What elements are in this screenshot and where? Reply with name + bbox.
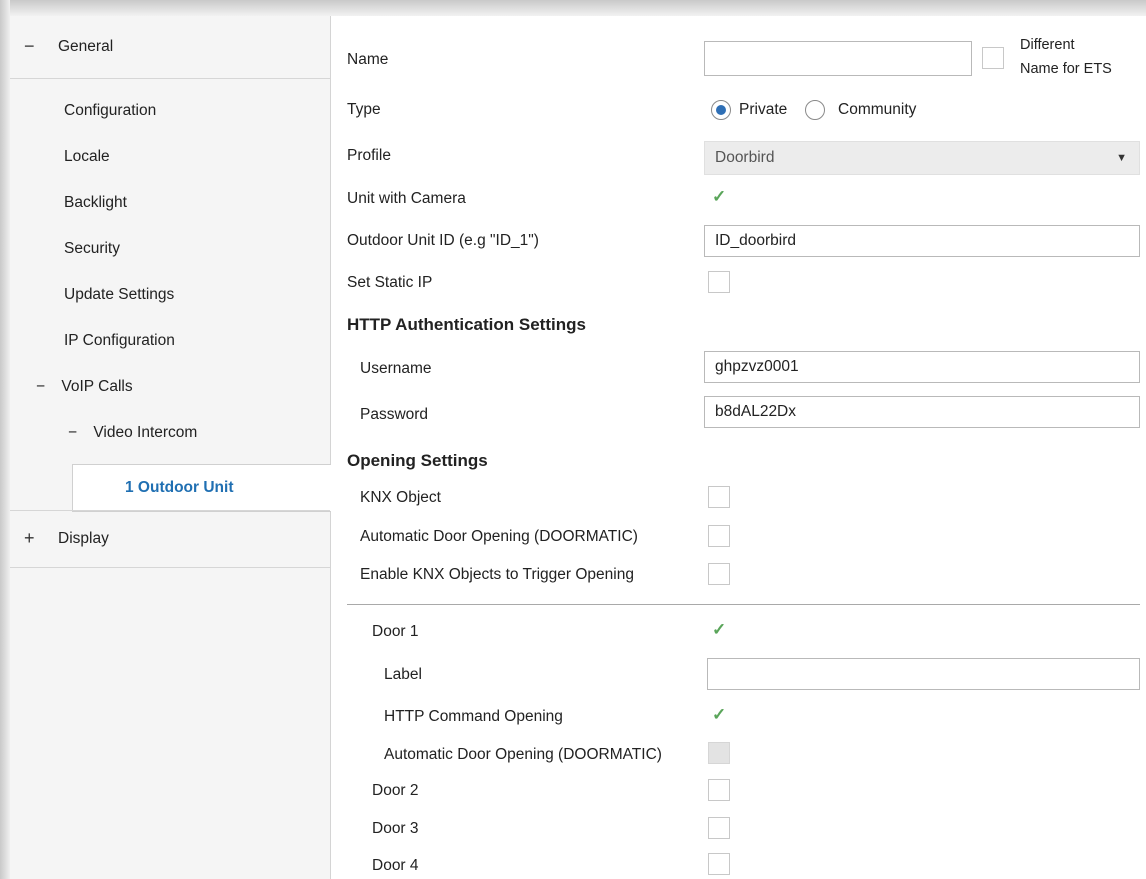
- door1-auto-label: Automatic Door Opening (DOORMATIC): [384, 746, 662, 763]
- profile-label: Profile: [347, 147, 391, 164]
- type-label: Type: [347, 101, 381, 118]
- password-input[interactable]: [704, 396, 1140, 428]
- http-cmd-label: HTTP Command Opening: [384, 708, 563, 725]
- name-label: Name: [347, 51, 389, 68]
- camera-label: Unit with Camera: [347, 190, 466, 207]
- type-community-radio[interactable]: [805, 100, 825, 120]
- sidebar: − General Configuration Locale Backlight…: [10, 16, 342, 879]
- sidebar-item-backlight[interactable]: Backlight: [64, 194, 127, 212]
- sidebar-item-locale[interactable]: Locale: [64, 148, 110, 166]
- username-input[interactable]: [704, 351, 1140, 383]
- door4-label: Door 4: [372, 857, 419, 874]
- knx-object-label: KNX Object: [360, 489, 441, 506]
- sidebar-group-label: Display: [58, 530, 109, 547]
- outdoor-id-input[interactable]: [704, 225, 1140, 257]
- sidebar-group-display[interactable]: + Display: [10, 512, 330, 574]
- door1-checkbox[interactable]: ✓: [708, 620, 730, 642]
- username-label: Username: [360, 360, 432, 377]
- sidebar-item-voip-calls[interactable]: − VoIP Calls: [36, 378, 133, 396]
- radio-selected-dot: [716, 105, 726, 115]
- different-name-label-2: Name for ETS: [1020, 61, 1112, 77]
- http-auth-header: HTTP Authentication Settings: [347, 315, 586, 334]
- sidebar-group-label: General: [58, 38, 114, 55]
- opening-settings-header: Opening Settings: [347, 451, 488, 470]
- static-ip-label: Set Static IP: [347, 274, 433, 291]
- door1-label: Door 1: [372, 623, 419, 640]
- knx-object-checkbox[interactable]: [708, 486, 730, 508]
- profile-select-value: Doorbird: [715, 149, 775, 166]
- door2-checkbox[interactable]: [708, 779, 730, 801]
- type-private-label: Private: [739, 101, 788, 118]
- http-cmd-checkbox[interactable]: ✓: [708, 705, 730, 727]
- name-input[interactable]: [704, 41, 972, 76]
- sidebar-divider: [10, 510, 330, 511]
- sidebar-group-general[interactable]: − General: [10, 16, 330, 78]
- door1-auto-checkbox[interactable]: [708, 742, 730, 764]
- sidebar-item-label: VoIP Calls: [61, 378, 133, 395]
- chevron-down-icon: ▼: [1116, 152, 1127, 164]
- type-private-radio[interactable]: [711, 100, 731, 120]
- sidebar-divider: [10, 567, 330, 568]
- sidebar-item-security[interactable]: Security: [64, 240, 120, 258]
- window: − General Configuration Locale Backlight…: [0, 0, 1146, 879]
- password-label: Password: [360, 406, 429, 423]
- sidebar-item-label: Video Intercom: [93, 424, 198, 441]
- door4-checkbox[interactable]: [708, 853, 730, 875]
- enable-knx-label: Enable KNX Objects to Trigger Opening: [360, 566, 634, 583]
- door1-label-label: Label: [384, 666, 422, 683]
- door2-label: Door 2: [372, 782, 419, 799]
- section-divider: [347, 604, 1140, 605]
- sidebar-divider: [10, 78, 330, 79]
- sidebar-item-video-intercom[interactable]: − Video Intercom: [68, 424, 197, 442]
- outdoor-id-label: Outdoor Unit ID (e.g "ID_1"): [347, 232, 539, 249]
- door1-label-input[interactable]: [707, 658, 1140, 690]
- sidebar-item-update-settings[interactable]: Update Settings: [64, 286, 174, 304]
- left-shadow: [0, 0, 10, 879]
- top-shadow: [0, 0, 1146, 16]
- sidebar-item-label: 1 Outdoor Unit: [125, 479, 234, 496]
- sidebar-item-outdoor-unit[interactable]: 1 Outdoor Unit: [72, 464, 342, 512]
- enable-knx-checkbox[interactable]: [708, 563, 730, 585]
- collapse-icon[interactable]: −: [68, 424, 77, 441]
- check-icon: ✓: [712, 620, 727, 639]
- camera-checkbox[interactable]: ✓: [708, 187, 730, 209]
- check-icon: ✓: [712, 705, 727, 724]
- collapse-icon[interactable]: −: [24, 36, 35, 57]
- auto-door-checkbox[interactable]: [708, 525, 730, 547]
- type-community-label: Community: [838, 101, 917, 118]
- auto-door-label: Automatic Door Opening (DOORMATIC): [360, 528, 638, 545]
- expand-icon[interactable]: +: [24, 528, 35, 549]
- door3-label: Door 3: [372, 820, 419, 837]
- sidebar-item-ip-configuration[interactable]: IP Configuration: [64, 332, 175, 350]
- door3-checkbox[interactable]: [708, 817, 730, 839]
- different-name-checkbox[interactable]: [982, 47, 1004, 69]
- profile-select[interactable]: Doorbird ▼: [704, 141, 1140, 175]
- static-ip-checkbox[interactable]: [708, 271, 730, 293]
- collapse-icon[interactable]: −: [36, 378, 45, 395]
- sidebar-item-configuration[interactable]: Configuration: [64, 102, 156, 120]
- different-name-label-1: Different: [1020, 37, 1075, 53]
- check-icon: ✓: [712, 187, 727, 206]
